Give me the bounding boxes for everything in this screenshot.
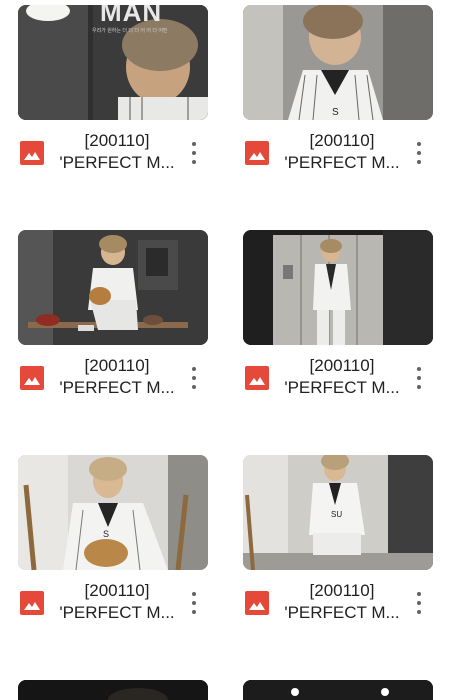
image-file-icon bbox=[20, 141, 44, 165]
file-grid: MAN 우리가 원하는 더 더 더 어 어 더 어떤 [200110] 'PER… bbox=[0, 0, 450, 700]
file-card[interactable]: MAN 우리가 원하는 더 더 더 어 어 더 어떤 [200110] 'PER… bbox=[18, 5, 208, 205]
file-thumbnail-partial[interactable] bbox=[18, 680, 208, 700]
file-name-line2: 'PERFECT M... bbox=[59, 153, 175, 172]
svg-text:S: S bbox=[103, 529, 109, 539]
image-file-icon bbox=[245, 591, 269, 615]
more-options-button[interactable] bbox=[411, 138, 427, 168]
file-meta: [200110] 'PERFECT M... bbox=[18, 355, 208, 401]
more-options-button[interactable] bbox=[186, 363, 202, 393]
more-options-button[interactable] bbox=[411, 588, 427, 618]
file-name-line2: 'PERFECT M... bbox=[284, 603, 400, 622]
more-options-button[interactable] bbox=[411, 363, 427, 393]
file-name-line2: 'PERFECT M... bbox=[59, 378, 175, 397]
file-name-line1: [200110] bbox=[309, 581, 375, 600]
file-thumbnail[interactable]: MAN 우리가 원하는 더 더 더 어 어 더 어떤 bbox=[18, 5, 208, 120]
thumbnail-photo bbox=[243, 680, 433, 700]
file-thumbnail[interactable] bbox=[18, 230, 208, 345]
image-file-icon bbox=[20, 366, 44, 390]
thumbnail-photo: S bbox=[18, 455, 208, 570]
image-file-icon bbox=[20, 591, 44, 615]
more-vert-icon bbox=[192, 142, 196, 146]
image-file-icon bbox=[245, 141, 269, 165]
file-card[interactable]: S [200110] 'PERFECT M... bbox=[243, 5, 433, 205]
file-card[interactable]: S [200110] 'PERFECT M... bbox=[18, 455, 208, 655]
file-meta: [200110] 'PERFECT M... bbox=[243, 130, 433, 176]
file-name-line1: [200110] bbox=[309, 131, 375, 150]
file-card[interactable]: [200110] 'PERFECT M... bbox=[18, 230, 208, 430]
thumbnail-photo: SU bbox=[243, 455, 433, 570]
file-name: [200110] 'PERFECT M... bbox=[283, 580, 401, 624]
file-meta: [200110] 'PERFECT M... bbox=[18, 580, 208, 626]
file-name-line1: [200110] bbox=[84, 581, 150, 600]
file-thumbnail[interactable]: S bbox=[18, 455, 208, 570]
file-name-line2: 'PERFECT M... bbox=[284, 153, 400, 172]
svg-text:SU: SU bbox=[331, 510, 342, 519]
thumbnail-photo bbox=[243, 230, 433, 345]
more-vert-icon bbox=[417, 142, 421, 146]
file-name: [200110] 'PERFECT M... bbox=[283, 130, 401, 174]
file-meta: [200110] 'PERFECT M... bbox=[18, 130, 208, 176]
file-name: [200110] 'PERFECT M... bbox=[58, 355, 176, 399]
thumbnail-caption: 우리가 원하는 더 더 더 어 어 더 어떤 bbox=[92, 28, 168, 34]
more-vert-icon bbox=[417, 367, 421, 371]
file-name-line2: 'PERFECT M... bbox=[59, 603, 175, 622]
more-vert-icon bbox=[192, 592, 196, 596]
file-meta: [200110] 'PERFECT M... bbox=[243, 355, 433, 401]
thumbnail-photo: S bbox=[243, 5, 433, 120]
thumbnail-photo bbox=[18, 230, 208, 345]
file-name: [200110] 'PERFECT M... bbox=[283, 355, 401, 399]
file-thumbnail[interactable]: SU bbox=[243, 455, 433, 570]
file-name: [200110] 'PERFECT M... bbox=[58, 130, 176, 174]
svg-text:S: S bbox=[332, 107, 339, 118]
image-file-icon bbox=[245, 366, 269, 390]
file-name-line2: 'PERFECT M... bbox=[284, 378, 400, 397]
more-vert-icon bbox=[417, 592, 421, 596]
file-name-line1: [200110] bbox=[84, 356, 150, 375]
file-thumbnail[interactable]: S bbox=[243, 5, 433, 120]
file-card[interactable]: [200110] 'PERFECT M... bbox=[243, 230, 433, 430]
more-options-button[interactable] bbox=[186, 138, 202, 168]
file-thumbnail-partial[interactable] bbox=[243, 680, 433, 700]
file-meta: [200110] 'PERFECT M... bbox=[243, 580, 433, 626]
more-options-button[interactable] bbox=[186, 588, 202, 618]
more-vert-icon bbox=[192, 367, 196, 371]
file-card[interactable]: SU [200110] 'PERFECT M... bbox=[243, 455, 433, 655]
file-name: [200110] 'PERFECT M... bbox=[58, 580, 176, 624]
file-thumbnail[interactable] bbox=[243, 230, 433, 345]
file-name-line1: [200110] bbox=[309, 356, 375, 375]
thumbnail-photo bbox=[18, 680, 208, 700]
thumbnail-headline: MAN bbox=[100, 5, 163, 27]
file-name-line1: [200110] bbox=[84, 131, 150, 150]
